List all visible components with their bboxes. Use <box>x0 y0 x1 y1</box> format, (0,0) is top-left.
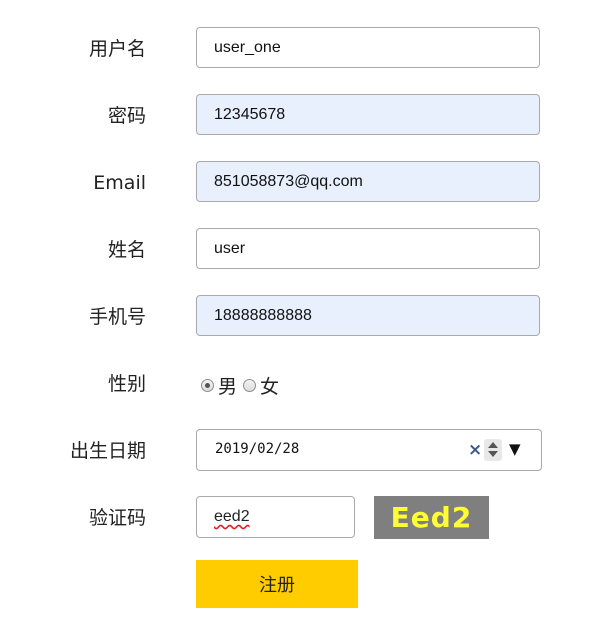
date-spinner-icon[interactable] <box>484 439 502 461</box>
name-value: user <box>214 239 246 257</box>
clear-date-icon[interactable]: × <box>468 440 482 460</box>
phone-value: 18888888888 <box>214 306 312 324</box>
gender-female-radio[interactable] <box>243 378 257 392</box>
birthday-value: 2019/02/28 <box>215 441 300 457</box>
captcha-label: 验证码 <box>88 507 146 529</box>
gender-radio-group: 男 女 <box>201 372 285 398</box>
email-label: Email <box>93 172 146 194</box>
gender-female-label[interactable]: 女 <box>260 372 279 399</box>
gender-male-label[interactable]: 男 <box>218 372 237 399</box>
email-input[interactable]: 851058873@qq.com <box>196 161 540 202</box>
name-label: 姓名 <box>107 239 146 261</box>
calendar-dropdown-icon[interactable]: ▼ <box>509 440 521 458</box>
captcha-image[interactable]: Eed2 <box>374 496 489 539</box>
username-value: user_one <box>214 38 281 56</box>
register-button[interactable]: 注册 <box>196 560 358 608</box>
captcha-input[interactable]: eed2 <box>196 496 355 538</box>
captcha-value: eed2 <box>214 508 250 525</box>
birthday-label: 出生日期 <box>69 440 146 462</box>
gender-male-radio[interactable] <box>201 378 214 392</box>
gender-label: 性别 <box>107 373 146 395</box>
name-input[interactable]: user <box>196 228 540 269</box>
username-label: 用户名 <box>88 38 146 60</box>
password-label: 密码 <box>107 105 146 127</box>
password-value: 12345678 <box>214 105 286 123</box>
phone-label: 手机号 <box>88 306 146 328</box>
phone-input[interactable]: 18888888888 <box>196 295 540 336</box>
birthday-date-input[interactable]: 2019/02/28 × ▼ <box>196 429 542 471</box>
username-input[interactable]: user_one <box>196 27 540 68</box>
password-input[interactable]: 12345678 <box>196 94 540 135</box>
email-value: 851058873@qq.com <box>214 172 363 190</box>
